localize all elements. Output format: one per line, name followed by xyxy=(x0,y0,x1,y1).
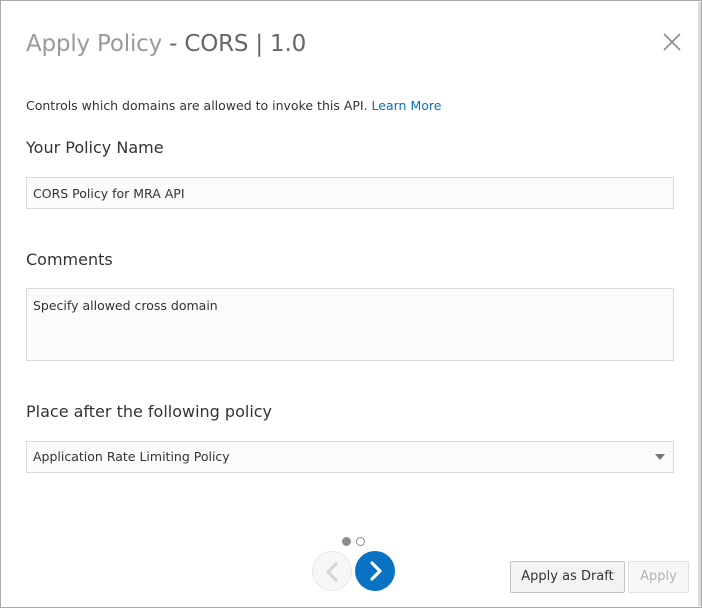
dialog-title-separator: - xyxy=(162,31,185,57)
description-text: Controls which domains are allowed to in… xyxy=(26,98,372,113)
dialog-title-main: Apply Policy xyxy=(26,31,163,57)
page-indicator-1[interactable] xyxy=(342,537,351,546)
chevron-down-icon xyxy=(655,454,665,460)
close-button[interactable] xyxy=(660,30,684,54)
comments-label: Comments xyxy=(26,250,113,269)
place-after-select[interactable]: Application Rate Limiting Policy xyxy=(26,441,674,473)
place-after-label: Place after the following policy xyxy=(26,402,273,421)
page-indicator-2[interactable] xyxy=(356,537,365,546)
learn-more-link[interactable]: Learn More xyxy=(372,98,442,113)
comments-textarea[interactable]: Specify allowed cross domain xyxy=(26,288,674,361)
apply-policy-dialog: Apply Policy - CORS | 1.0 Controls which… xyxy=(0,0,702,608)
previous-page-button[interactable] xyxy=(312,551,352,591)
policy-name-label: Your Policy Name xyxy=(26,138,164,157)
dialog-subtitle: CORS | 1.0 xyxy=(184,31,307,57)
chevron-right-icon xyxy=(370,561,382,581)
chevron-left-icon xyxy=(326,562,338,582)
policy-name-input[interactable] xyxy=(26,177,674,209)
policy-description: Controls which domains are allowed to in… xyxy=(26,98,441,113)
dialog-title: Apply Policy - CORS | 1.0 xyxy=(26,31,306,57)
close-icon xyxy=(663,33,681,51)
apply-as-draft-button[interactable]: Apply as Draft xyxy=(510,561,625,593)
next-page-button[interactable] xyxy=(355,551,395,591)
scrollbar-edge xyxy=(698,2,701,606)
apply-button[interactable]: Apply xyxy=(628,561,689,593)
place-after-selected-value: Application Rate Limiting Policy xyxy=(33,449,230,464)
